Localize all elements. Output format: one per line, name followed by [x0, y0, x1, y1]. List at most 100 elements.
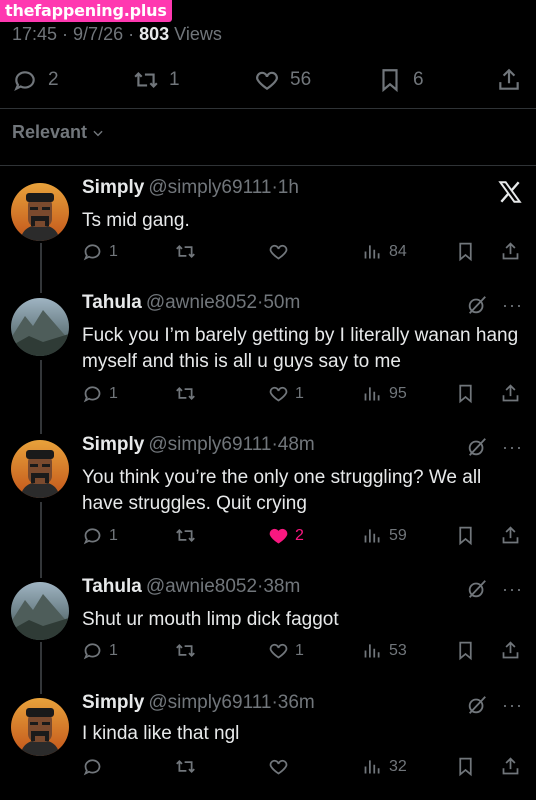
reply-header: Simply @simply69111·1h	[82, 177, 299, 199]
bookmark-button[interactable]: 6	[377, 60, 424, 100]
reply-icon	[83, 528, 101, 545]
more-options-icon[interactable]: ···	[502, 695, 523, 716]
avatar[interactable]	[11, 298, 69, 356]
share-button[interactable]	[500, 383, 521, 404]
more-options-icon[interactable]: ···	[502, 579, 523, 600]
like-count: 56	[290, 69, 312, 90]
bookmark-icon	[459, 757, 472, 777]
reply-button[interactable]: 1	[82, 640, 118, 661]
share-button[interactable]	[500, 640, 521, 661]
bookmark-icon	[459, 384, 472, 404]
avatar[interactable]	[11, 440, 69, 498]
like-button[interactable]	[268, 756, 295, 777]
like-button[interactable]: 56	[254, 60, 311, 100]
reply-button[interactable]: 1	[82, 525, 118, 546]
reply-icon	[83, 759, 101, 776]
views-button[interactable]: 32	[362, 756, 407, 777]
display-name[interactable]: Simply	[82, 692, 144, 713]
timestamp[interactable]: 36m	[278, 692, 315, 713]
views-count: 32	[389, 757, 407, 775]
display-name[interactable]: Tahula	[82, 292, 142, 313]
handle[interactable]: @simply69111	[148, 692, 271, 713]
bookmark-icon	[459, 242, 472, 262]
reply-button[interactable]: 2	[12, 60, 59, 100]
display-name[interactable]: Simply	[82, 434, 144, 455]
views-count: 59	[389, 526, 407, 544]
repost-button[interactable]	[175, 756, 196, 777]
bookmark-count: 6	[413, 69, 424, 90]
bookmark-button[interactable]	[455, 640, 476, 661]
display-name[interactable]: Simply	[82, 177, 144, 198]
reply-header: Tahula @awnie8052·50m	[82, 292, 300, 314]
repost-button[interactable]	[175, 383, 196, 404]
avatar[interactable]	[11, 183, 69, 241]
handle[interactable]: @awnie8052	[146, 292, 257, 313]
timestamp[interactable]: 38m	[263, 576, 300, 597]
reply-header: Simply @simply69111·48m	[82, 434, 315, 456]
display-name[interactable]: Tahula	[82, 576, 142, 597]
repost-icon	[176, 644, 195, 657]
share-button[interactable]	[500, 525, 521, 546]
timestamp[interactable]: 1h	[278, 177, 299, 198]
avatar[interactable]	[11, 582, 69, 640]
repost-button[interactable]	[175, 241, 196, 262]
like-button[interactable]: 1	[268, 383, 304, 404]
handle[interactable]: @simply69111	[148, 434, 271, 455]
views-button[interactable]: 53	[362, 640, 407, 661]
bookmark-button[interactable]	[455, 525, 476, 546]
bookmark-icon	[459, 526, 472, 546]
repost-icon	[176, 760, 195, 773]
reply-count: 1	[109, 242, 118, 260]
repost-button[interactable]: 1	[133, 60, 180, 100]
bookmark-icon	[382, 69, 398, 93]
reply-button[interactable]: 1	[82, 241, 118, 262]
views-chart-icon	[364, 760, 380, 774]
share-icon	[502, 526, 519, 544]
share-button[interactable]	[500, 756, 521, 777]
avatar[interactable]	[11, 698, 69, 756]
bookmark-button[interactable]	[455, 383, 476, 404]
more-options-icon[interactable]: ···	[502, 437, 523, 458]
reply-actions: 32	[0, 756, 536, 784]
more-options-icon[interactable]: ···	[502, 295, 523, 316]
grok-icon[interactable]	[466, 694, 488, 716]
timestamp[interactable]: 50m	[263, 292, 300, 313]
repost-icon	[176, 245, 195, 258]
corner-icons	[497, 179, 523, 205]
reply-button[interactable]: 1	[82, 383, 118, 404]
like-button[interactable]	[268, 241, 295, 262]
views-button[interactable]: 59	[362, 525, 407, 546]
divider	[0, 108, 536, 109]
views-count: 803	[139, 24, 170, 44]
repost-button[interactable]	[175, 640, 196, 661]
reply-count: 2	[48, 69, 59, 90]
share-button[interactable]	[500, 241, 521, 262]
views-button[interactable]: 95	[362, 383, 407, 404]
reply-button[interactable]	[82, 756, 109, 777]
like-count: 2	[295, 526, 304, 544]
bookmark-button[interactable]	[455, 756, 476, 777]
like-button[interactable]: 2	[268, 525, 304, 546]
heart-icon	[269, 759, 288, 775]
sort-filter-button[interactable]: Relevant	[12, 122, 105, 143]
handle[interactable]: @awnie8052	[146, 576, 257, 597]
reply-actions: 1 84	[0, 241, 536, 269]
reply-count: 1	[109, 384, 118, 402]
views-chart-icon	[364, 245, 380, 259]
like-count: 1	[295, 384, 304, 402]
reply-text: Ts mid gang.	[82, 210, 190, 231]
heart-icon	[269, 643, 288, 659]
bookmark-button[interactable]	[455, 241, 476, 262]
like-button[interactable]: 1	[268, 640, 304, 661]
share-button[interactable]	[496, 60, 522, 100]
repost-button[interactable]	[175, 525, 196, 546]
handle[interactable]: @simply69111	[148, 177, 271, 198]
sort-filter-label: Relevant	[12, 122, 88, 142]
heart-icon	[269, 244, 288, 260]
grok-icon[interactable]	[466, 436, 488, 458]
grok-icon[interactable]	[466, 578, 488, 600]
grok-icon[interactable]	[466, 294, 488, 316]
views-button[interactable]: 84	[362, 241, 407, 262]
reply-text: Fuck you I’m barely getting by I literal…	[82, 325, 519, 372]
timestamp[interactable]: 48m	[278, 434, 315, 455]
